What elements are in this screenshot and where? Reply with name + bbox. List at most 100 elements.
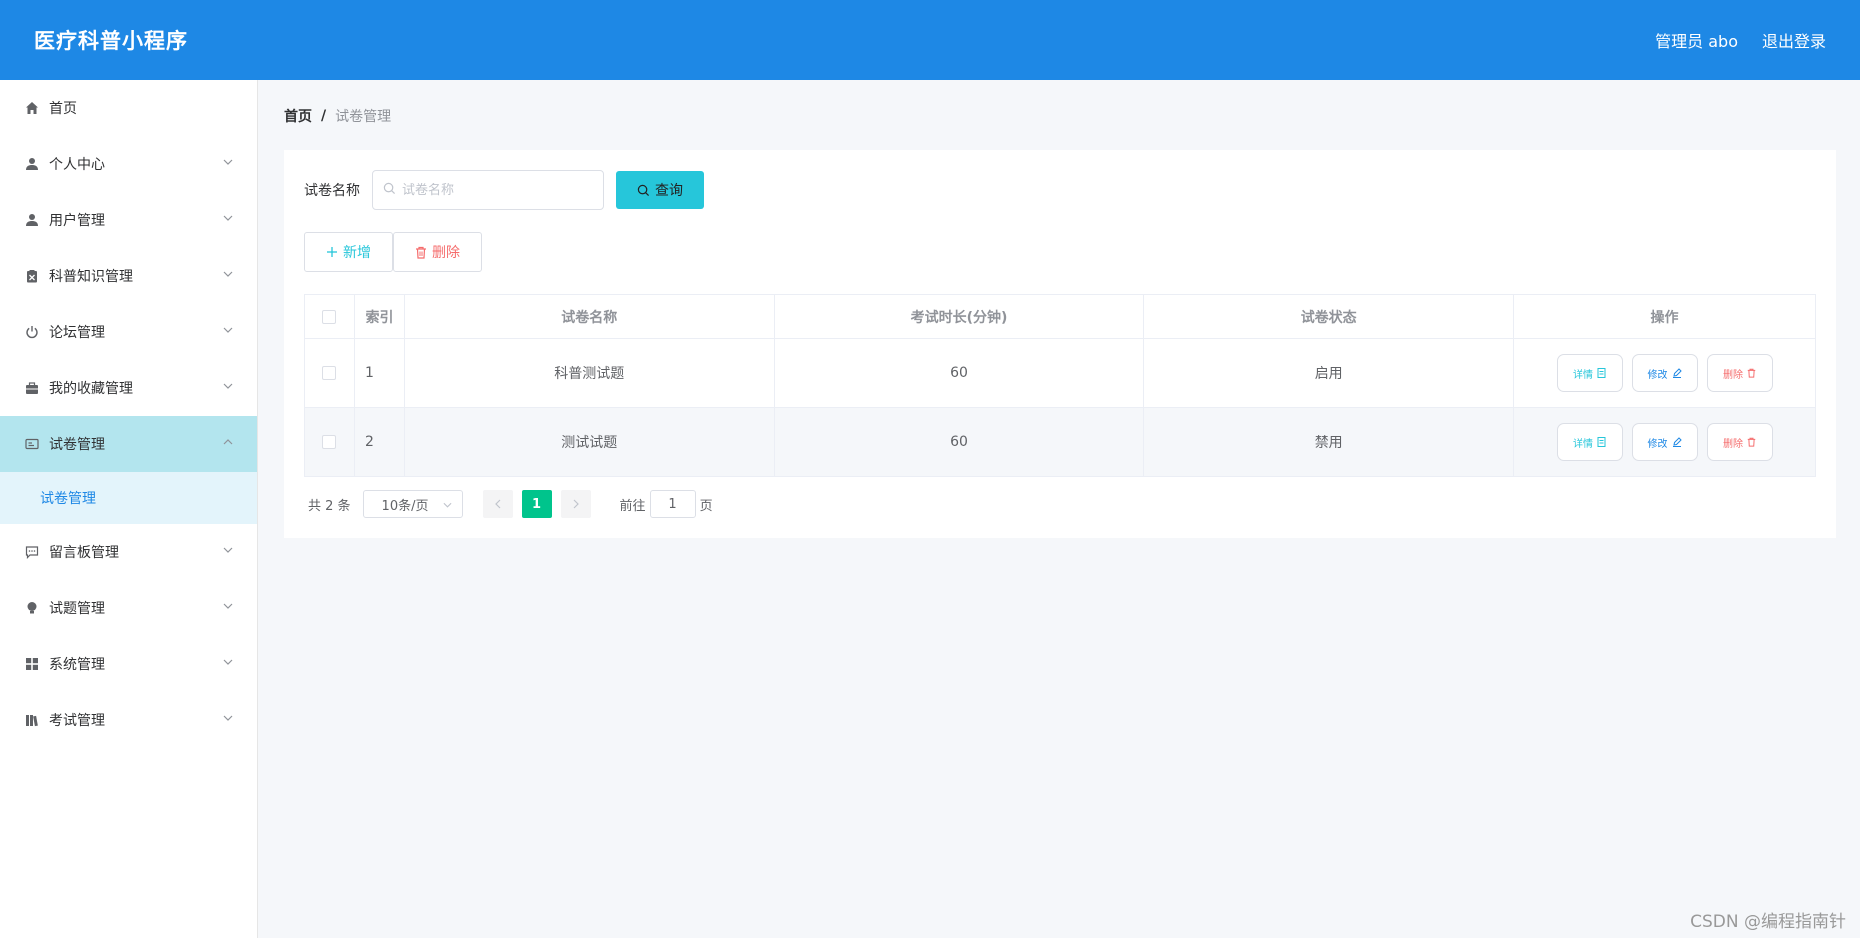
header-actions: 管理员 abo 退出登录	[1655, 28, 1826, 52]
user-icon	[24, 156, 40, 172]
row-checkbox[interactable]	[322, 435, 337, 449]
row-select-cell	[304, 407, 355, 477]
cell-ops: 详情 修改 删除	[1513, 338, 1816, 408]
chevron-down-icon	[443, 497, 452, 512]
header-index: 索引	[353, 294, 405, 339]
breadcrumb-home[interactable]: 首页	[284, 106, 312, 126]
user-icon	[24, 212, 40, 228]
next-page-button[interactable]	[560, 490, 591, 518]
grid-icon	[24, 656, 40, 672]
breadcrumb: 首页 / 试卷管理	[284, 106, 391, 126]
header-ops: 操作	[1513, 294, 1816, 339]
page-size-select[interactable]: 10条/页	[362, 490, 463, 518]
sidebar-item-favorites[interactable]: 我的收藏管理	[0, 360, 257, 416]
breadcrumb-current: 试卷管理	[335, 109, 392, 125]
chevron-down-icon	[221, 543, 235, 557]
cell-status: 启用	[1143, 338, 1515, 408]
sidebar-item-home[interactable]: 首页	[0, 80, 257, 136]
cell-index: 1	[353, 338, 405, 408]
sidebar-item-users[interactable]: 用户管理	[0, 192, 257, 248]
sidebar-item-system[interactable]: 系统管理	[0, 636, 257, 692]
table-row: 1 科普测试题 60 启用 详情 修改 删除	[304, 338, 1816, 408]
cell-status: 禁用	[1143, 407, 1515, 477]
select-all-cell	[304, 294, 355, 339]
detail-button[interactable]: 详情	[1556, 423, 1623, 461]
chevron-down-icon	[221, 211, 235, 225]
search-row: 试卷名称 查询	[304, 170, 704, 210]
plus-icon	[327, 247, 337, 257]
watermark: CSDN @编程指南针	[1690, 912, 1846, 932]
sidebar-item-exam-papers[interactable]: 试卷管理	[0, 416, 257, 472]
detail-button[interactable]: 详情	[1556, 354, 1623, 392]
power-icon	[24, 324, 40, 340]
home-icon	[24, 100, 40, 116]
chevron-down-icon	[221, 323, 235, 337]
edit-button[interactable]: 修改	[1631, 423, 1698, 461]
cell-duration: 60	[773, 407, 1145, 477]
logout-button[interactable]: 退出登录	[1762, 28, 1826, 52]
sidebar-item-label: 留言板管理	[49, 545, 119, 561]
trash-icon	[416, 246, 426, 259]
cell-duration: 60	[773, 338, 1145, 408]
edit-icon	[1672, 368, 1682, 378]
add-button[interactable]: 新增	[304, 232, 393, 272]
cell-ops: 详情 修改 删除	[1513, 407, 1816, 477]
batch-delete-button[interactable]: 删除	[393, 232, 482, 272]
goto-suffix: 页	[699, 498, 713, 514]
main-content: 首页 / 试卷管理 试卷名称 查询 新增 删除	[258, 80, 1860, 938]
chevron-down-icon	[221, 599, 235, 613]
edit-button-label: 修改	[1647, 438, 1668, 450]
sidebar-item-messages[interactable]: 留言板管理	[0, 524, 257, 580]
trash-icon	[1747, 368, 1756, 378]
chevron-down-icon	[221, 379, 235, 393]
query-button[interactable]: 查询	[616, 171, 704, 209]
row-delete-button-label: 删除	[1723, 438, 1744, 450]
row-delete-button[interactable]: 删除	[1706, 354, 1773, 392]
page-number-button[interactable]: 1	[521, 490, 552, 518]
briefcase-icon	[24, 380, 40, 396]
sidebar-item-profile[interactable]: 个人中心	[0, 136, 257, 192]
books-icon	[24, 712, 40, 728]
sidebar-item-label: 用户管理	[49, 213, 105, 229]
sidebar-item-label: 考试管理	[49, 713, 105, 729]
row-delete-button-label: 删除	[1723, 369, 1744, 381]
header-name: 试卷名称	[403, 294, 775, 339]
sidebar-item-knowledge[interactable]: 科普知识管理	[0, 248, 257, 304]
select-all-checkbox[interactable]	[322, 309, 337, 324]
current-user-label: 管理员 abo	[1655, 32, 1738, 51]
chat-icon	[24, 544, 40, 560]
id-card-icon	[24, 436, 40, 452]
row-delete-button[interactable]: 删除	[1706, 423, 1773, 461]
action-buttons: 新增 删除	[304, 232, 482, 272]
cell-name: 测试试题	[403, 407, 775, 477]
sidebar-item-exams[interactable]: 考试管理	[0, 692, 257, 748]
submenu-item-exam-papers[interactable]: 试卷管理	[0, 472, 257, 524]
search-input[interactable]	[402, 182, 592, 198]
pagination: 共 2 条 10条/页 1 前往 页	[308, 490, 713, 518]
top-header: 医疗科普小程序 管理员 abo 退出登录	[0, 0, 1860, 80]
document-icon	[1597, 437, 1606, 447]
header-duration: 考试时长(分钟)	[773, 294, 1145, 339]
sidebar-item-questions[interactable]: 试题管理	[0, 580, 257, 636]
sidebar-item-label: 系统管理	[49, 657, 105, 673]
breadcrumb-separator: /	[321, 108, 327, 124]
sidebar-item-forum[interactable]: 论坛管理	[0, 304, 257, 360]
search-box[interactable]	[372, 170, 604, 210]
detail-button-label: 详情	[1573, 438, 1594, 450]
search-icon	[637, 184, 650, 196]
cell-index: 2	[353, 407, 405, 477]
goto-page-input[interactable]	[649, 490, 696, 518]
clipboard-icon	[24, 268, 40, 284]
delete-button-label: 删除	[432, 245, 460, 261]
document-icon	[1597, 368, 1606, 378]
chevron-down-icon	[221, 655, 235, 669]
pagination-total: 共 2 条	[308, 498, 351, 514]
sidebar: 首页 个人中心 用户管理 科普知识管理 论坛管理 我的收藏管理 试卷管理 试卷管…	[0, 80, 258, 938]
table-row: 2 测试试题 60 禁用 详情 修改 删除	[304, 407, 1816, 477]
edit-icon	[1672, 437, 1682, 447]
cell-name: 科普测试题	[403, 338, 775, 408]
edit-button[interactable]: 修改	[1631, 354, 1698, 392]
prev-page-button[interactable]	[482, 490, 513, 518]
trash-icon	[1747, 437, 1756, 447]
row-checkbox[interactable]	[322, 366, 337, 380]
